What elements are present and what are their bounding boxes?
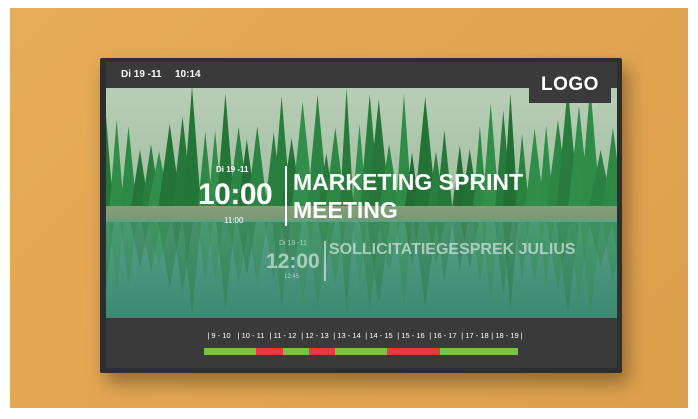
- timeline-hour-label: | 16 - 17: [429, 331, 457, 340]
- next-event-start-time: 12:00: [266, 250, 320, 273]
- current-event-end-time: 11:00: [224, 216, 244, 225]
- next-event-end-time: 12:45: [284, 274, 300, 280]
- timeline-slot-free: [465, 348, 492, 355]
- current-event-date: Di 19 -11: [216, 165, 249, 174]
- timeline-hour-label: | 13 - 14: [333, 331, 361, 340]
- timeline-slot-free: [282, 348, 309, 355]
- timeline-slot-busy: [387, 348, 414, 355]
- timeline-slot-busy: [308, 348, 335, 355]
- timeline-slot-free: [204, 348, 231, 355]
- timeline-bar: | 9 - 10 | 10 - 11 | 11 - 12 | 12 - 13 | 13 …: [106, 318, 617, 368]
- current-event-start-time: 10:00: [198, 178, 273, 211]
- current-time: 10:14: [175, 69, 201, 80]
- timeline-hour-label: | 11 - 12: [269, 331, 297, 340]
- timeline-availability: [204, 348, 519, 355]
- current-date: Di 19 -11: [121, 69, 162, 80]
- timeline-hour-label: | 14 - 15: [365, 331, 393, 340]
- timeline-hour-label: | 18 - 19 |: [491, 331, 523, 340]
- timeline-slot-free: [230, 348, 257, 355]
- current-event-title: MARKETING SPRINT MEETING: [293, 169, 523, 223]
- timeline-slot-free: [439, 348, 466, 355]
- timeline-slot-free: [491, 348, 519, 355]
- timeline-slot-free: [361, 348, 388, 355]
- timeline-hour-labels: | 9 - 10 | 10 - 11 | 11 - 12 | 12 - 13 | 13 …: [203, 331, 523, 343]
- logo: LOGO: [529, 67, 611, 103]
- timeline-hour-label: | 17 - 18: [461, 331, 489, 340]
- timeline-hour-label: | 15 - 16: [397, 331, 425, 340]
- timeline-slot-free: [334, 348, 362, 355]
- next-event-title: SOLLICITATIEGESPREK JULIUS: [329, 241, 576, 258]
- timeline-slot-busy: [256, 348, 283, 355]
- current-event-divider: [285, 166, 287, 226]
- timeline-hour-label: | 9 - 10: [207, 331, 231, 340]
- next-event-date: Di 19 -11: [279, 240, 307, 247]
- timeline-hour-label: | 12 - 13: [301, 331, 329, 340]
- timeline-hour-label: | 10 - 11: [237, 331, 265, 340]
- room-display-screen: Di 19 -11 10:14 LOGO Di 19 -11 10:00 11:…: [106, 62, 617, 368]
- next-event-divider: [324, 241, 326, 281]
- timeline-slot-busy: [413, 348, 440, 355]
